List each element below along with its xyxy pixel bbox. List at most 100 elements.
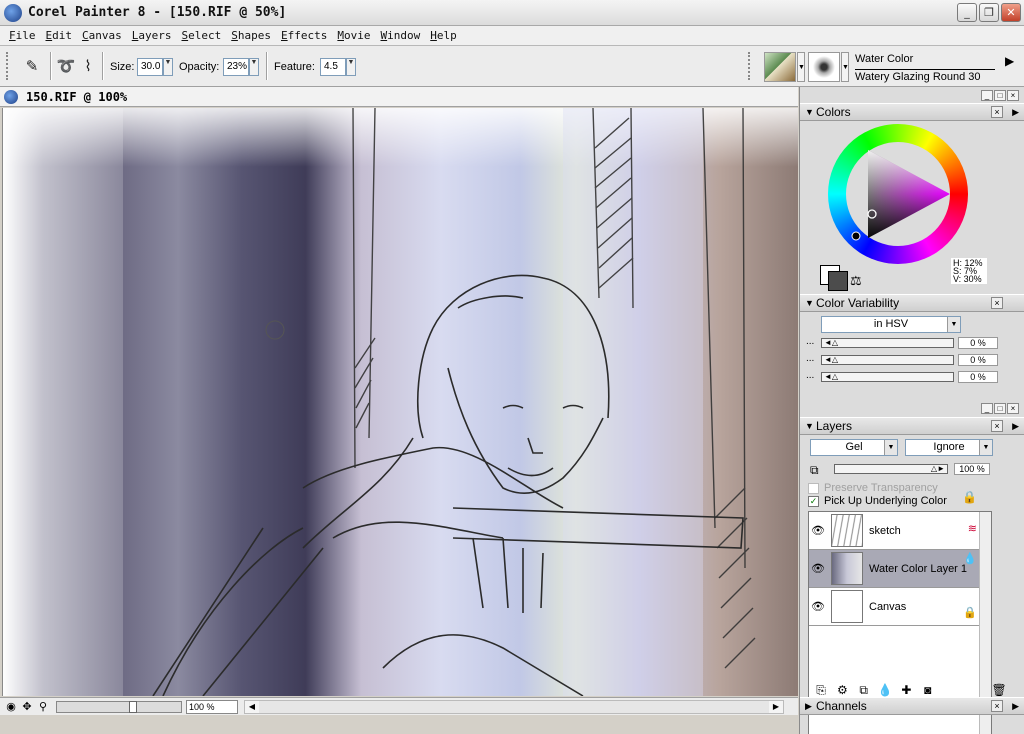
brush-selector-arrow-icon[interactable]: ▶ bbox=[1005, 54, 1014, 68]
palette-minimize-button[interactable]: _ bbox=[981, 403, 993, 414]
color-variability-header[interactable]: ▼ Color Variability × bbox=[800, 294, 1024, 312]
eye-icon[interactable]: 👁 bbox=[811, 562, 825, 575]
slider-thumb-icon[interactable]: ◄△ bbox=[824, 372, 838, 381]
layer-row[interactable]: 👁 Water Color Layer 1 💧 bbox=[809, 550, 979, 588]
feature-dropdown[interactable]: ▼ bbox=[346, 58, 356, 76]
eye-icon[interactable]: 👁 bbox=[811, 600, 825, 613]
palette-restore-button[interactable]: □ bbox=[994, 403, 1006, 414]
palette-menu-icon[interactable]: ▶ bbox=[1012, 418, 1019, 435]
menu-effects[interactable]: Effects bbox=[276, 29, 332, 42]
collapse-triangle-icon[interactable]: ▼ bbox=[805, 295, 814, 312]
palette-close-button[interactable]: × bbox=[1007, 403, 1019, 414]
new-layer-icon[interactable]: ✚ bbox=[897, 683, 915, 697]
opacity-dropdown[interactable]: ▼ bbox=[249, 58, 259, 76]
close-palette-icon[interactable]: × bbox=[991, 420, 1003, 432]
palette-menu-icon[interactable]: ▶ bbox=[1012, 698, 1019, 715]
palette-minimize-button[interactable]: _ bbox=[981, 90, 993, 101]
layer-opacity-slider[interactable]: △► bbox=[834, 464, 948, 474]
menu-window[interactable]: Window bbox=[376, 29, 426, 42]
saturation-variability-slider[interactable]: ◄△ bbox=[821, 355, 954, 365]
dynamic-plugins-icon[interactable]: ⚙ bbox=[833, 683, 851, 697]
menu-select[interactable]: Select bbox=[177, 29, 227, 42]
zoom-slider[interactable] bbox=[56, 701, 182, 713]
slider-thumb-icon[interactable]: ◄△ bbox=[824, 355, 838, 364]
zoom-slider-thumb[interactable] bbox=[129, 701, 137, 713]
hue-variability-value[interactable]: 0 % bbox=[958, 337, 998, 349]
layer-row[interactable]: 👁 sketch ≋ bbox=[809, 512, 979, 550]
scroll-right-button[interactable]: ▶ bbox=[769, 701, 783, 713]
layers-palette-header[interactable]: ▼ Layers × ▶ bbox=[800, 417, 1024, 435]
palette-restore-button[interactable]: □ bbox=[994, 90, 1006, 101]
maximize-button[interactable]: ❐ bbox=[979, 3, 999, 22]
close-palette-icon[interactable]: × bbox=[991, 297, 1003, 309]
toolbar-grip[interactable] bbox=[6, 52, 10, 80]
layer-row[interactable]: 👁 Canvas 🔒 bbox=[809, 588, 979, 626]
menu-file[interactable]: File bbox=[4, 29, 41, 42]
layer-opacity-value[interactable]: 100 % bbox=[954, 463, 990, 475]
chevron-down-icon[interactable]: ▼ bbox=[884, 440, 897, 455]
menu-layers[interactable]: Layers bbox=[127, 29, 177, 42]
brush-variant-dropdown[interactable]: ▼ bbox=[841, 52, 849, 82]
collapse-triangle-icon[interactable]: ▼ bbox=[805, 418, 814, 435]
saturation-variability-value[interactable]: 0 % bbox=[958, 354, 998, 366]
collapse-triangle-icon[interactable]: ▼ bbox=[805, 104, 814, 121]
group-layers-icon[interactable]: ⧉ bbox=[855, 683, 873, 698]
brush-tool-icon[interactable]: ✎ bbox=[22, 56, 42, 76]
straight-line-stroke-icon[interactable]: ⌇ bbox=[78, 56, 98, 76]
drawing-canvas[interactable] bbox=[2, 108, 798, 696]
horizontal-scrollbar[interactable]: ◀ ▶ bbox=[244, 700, 784, 714]
menu-edit[interactable]: Edit bbox=[41, 29, 78, 42]
chevron-down-icon[interactable]: ▼ bbox=[947, 317, 960, 332]
colors-palette-header[interactable]: ▼ Colors × ▶ bbox=[800, 103, 1024, 121]
layer-mask-icon[interactable]: ◙ bbox=[919, 683, 937, 697]
scroll-left-button[interactable]: ◀ bbox=[245, 701, 259, 713]
size-dropdown[interactable]: ▼ bbox=[163, 58, 173, 76]
freehand-stroke-icon[interactable]: ➰ bbox=[56, 56, 76, 76]
size-input[interactable]: 30.0 bbox=[137, 58, 163, 76]
variability-mode-select[interactable]: in HSV ▼ bbox=[821, 316, 961, 333]
new-watercolor-layer-icon[interactable]: 💧 bbox=[876, 683, 894, 697]
value-variability-value[interactable]: 0 % bbox=[958, 371, 998, 383]
menu-movie[interactable]: Movie bbox=[332, 29, 375, 42]
close-button[interactable]: ✕ bbox=[1001, 3, 1021, 22]
value-variability-slider[interactable]: ◄△ bbox=[821, 372, 954, 382]
preserve-transparency-checkbox[interactable] bbox=[808, 483, 819, 494]
composite-depth-select[interactable]: Ignore ▼ bbox=[905, 439, 993, 456]
slider-thumb-icon[interactable]: ◄△ bbox=[824, 338, 838, 347]
zoom-value[interactable]: 100 % bbox=[186, 700, 238, 714]
slider-thumb-icon[interactable]: △► bbox=[931, 464, 945, 473]
magnifier-icon[interactable]: ⚲ bbox=[36, 700, 50, 714]
trash-icon[interactable]: 🗑 bbox=[990, 683, 1008, 697]
hue-variability-slider[interactable]: ◄△ bbox=[821, 338, 954, 348]
palette-close-button[interactable]: × bbox=[1007, 90, 1019, 101]
menu-shapes[interactable]: Shapes bbox=[226, 29, 276, 42]
saturation-variability-row: ... ◄△ 0 % bbox=[806, 354, 1021, 367]
menu-help[interactable]: Help bbox=[425, 29, 462, 42]
composite-method-select[interactable]: Gel ▼ bbox=[810, 439, 898, 456]
opacity-input[interactable]: 23% bbox=[223, 58, 249, 76]
palettes-panel: _ □ × ▼ Colors × ▶ ⚖ H: 12% S: 7% V: 30%… bbox=[799, 87, 1024, 734]
feature-input[interactable]: 4.5 bbox=[320, 58, 346, 76]
brush-variant-icon[interactable] bbox=[808, 52, 840, 82]
clone-color-icon[interactable]: ⚖ bbox=[850, 273, 862, 289]
expand-triangle-icon[interactable]: ▶ bbox=[805, 698, 812, 715]
chevron-down-icon[interactable]: ▼ bbox=[979, 440, 992, 455]
brush-category-icon[interactable] bbox=[764, 52, 796, 82]
eye-icon[interactable]: 👁 bbox=[811, 524, 825, 537]
close-palette-icon[interactable]: × bbox=[991, 106, 1003, 118]
lock-icon[interactable]: 🔒 bbox=[962, 490, 977, 504]
close-palette-icon[interactable]: × bbox=[991, 700, 1003, 712]
minimize-button[interactable]: _ bbox=[957, 3, 977, 22]
brush-selector-grip[interactable] bbox=[748, 52, 752, 80]
globe-icon[interactable]: ◉ bbox=[4, 700, 18, 714]
menu-canvas[interactable]: Canvas bbox=[77, 29, 127, 42]
channels-palette-header[interactable]: ▶ Channels × ▶ bbox=[800, 697, 1024, 715]
grabber-icon[interactable]: ✥ bbox=[20, 700, 34, 714]
brush-category-dropdown[interactable]: ▼ bbox=[797, 52, 805, 82]
separator bbox=[102, 52, 104, 80]
saturation-value-triangle[interactable] bbox=[828, 124, 968, 264]
pick-up-underlying-checkbox[interactable]: ✓ bbox=[808, 496, 819, 507]
palette-menu-icon[interactable]: ▶ bbox=[1012, 104, 1019, 121]
layer-commands-icon[interactable]: ⎘ bbox=[812, 683, 830, 698]
primary-color-chip[interactable] bbox=[828, 271, 848, 291]
